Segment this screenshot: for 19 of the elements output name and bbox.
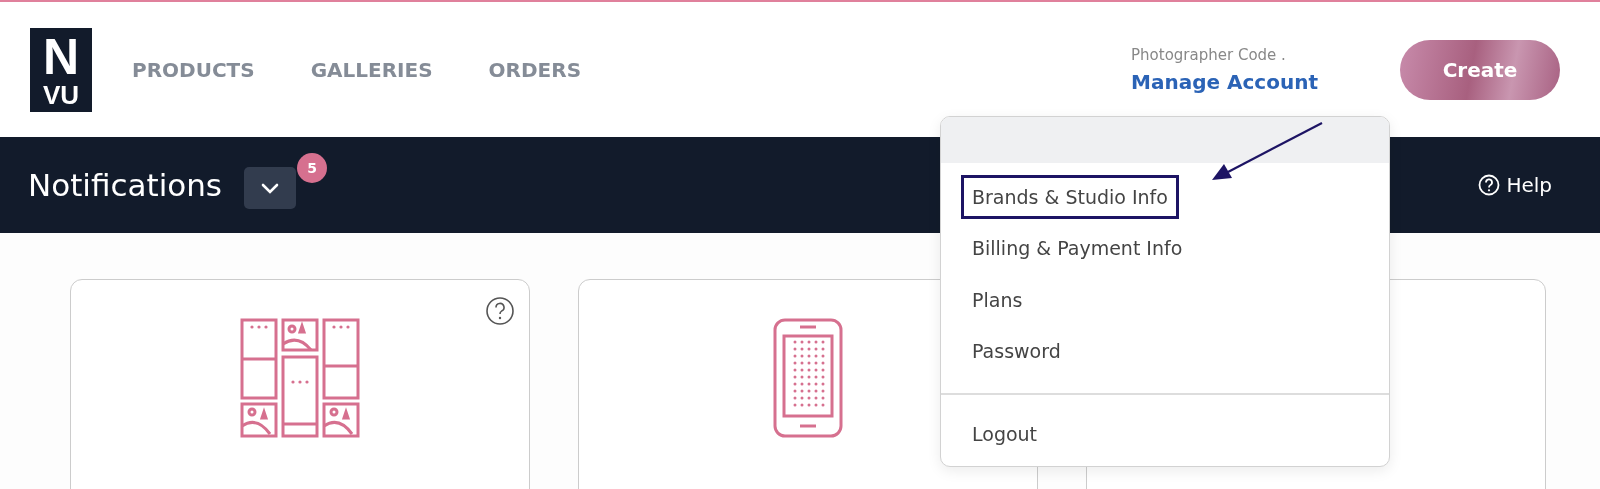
- card[interactable]: [70, 279, 530, 489]
- create-button[interactable]: Create: [1400, 39, 1560, 100]
- logo[interactable]: N VU: [30, 27, 92, 112]
- help-icon[interactable]: [485, 296, 515, 326]
- manage-account-link[interactable]: Manage Account: [1131, 69, 1318, 94]
- menu-item[interactable]: Logout: [961, 412, 1049, 457]
- menu-item[interactable]: Plans: [961, 277, 1034, 322]
- photographer-code-label: Photographer Code .: [1131, 45, 1286, 64]
- help-link[interactable]: Help: [1478, 173, 1552, 197]
- menu-item[interactable]: Billing & Payment Info: [961, 226, 1194, 271]
- menu-item[interactable]: Password: [961, 329, 1072, 374]
- gallery-layout-icon: [240, 318, 360, 438]
- chevron-down-icon: [260, 181, 281, 195]
- notifications-title: Notifications: [28, 167, 223, 203]
- menu-item[interactable]: Brands & Studio Info: [961, 174, 1179, 219]
- phone-icon: [772, 318, 844, 438]
- notification-badge: 5: [297, 153, 328, 183]
- expand-button[interactable]: [244, 167, 297, 209]
- help-icon: [1478, 174, 1501, 196]
